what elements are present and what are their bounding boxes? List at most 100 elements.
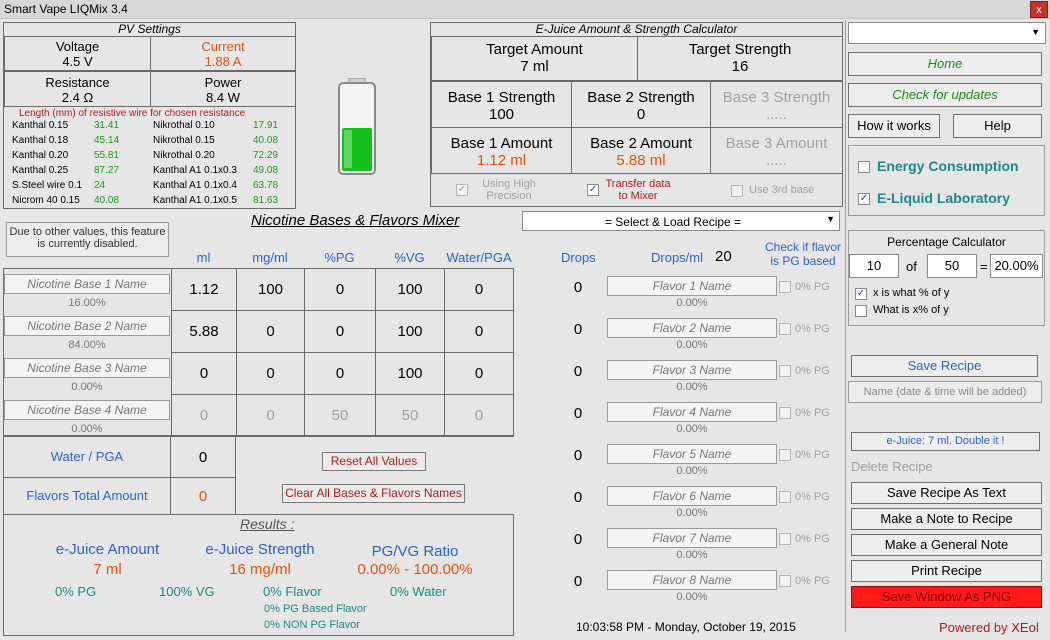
base2-strength-cell[interactable]: Base 2 Strength 0 xyxy=(571,81,711,128)
target-strength-cell[interactable]: Target Strength 16 xyxy=(637,36,843,81)
flavor-drops[interactable]: 0 xyxy=(568,405,588,422)
eliquid-lab-checkbox[interactable]: ✓ xyxy=(858,193,870,205)
flavor-pg-checkbox[interactable] xyxy=(779,281,791,293)
flavor-pg-checkbox[interactable] xyxy=(779,323,791,335)
base-value-cell[interactable]: 0 xyxy=(444,268,514,311)
pct-mode2-checkbox[interactable] xyxy=(855,305,867,317)
flavor-drops[interactable]: 0 xyxy=(568,447,588,464)
flavor-name-input[interactable]: Flavor 1 Name xyxy=(607,276,777,296)
base2-strength-label: Base 2 Strength xyxy=(587,89,695,106)
energy-consumption-checkbox[interactable] xyxy=(858,161,870,173)
general-note-button[interactable]: Make a General Note xyxy=(851,534,1042,556)
base-value-cell[interactable]: 0 xyxy=(236,394,305,437)
save-png-button[interactable]: Save Window As PNG xyxy=(851,586,1042,608)
base-value-cell[interactable]: 0 xyxy=(444,352,514,395)
base-value-cell: 1.12 xyxy=(171,268,237,311)
flavor-drops[interactable]: 0 xyxy=(568,531,588,548)
flavor-name-input[interactable]: Flavor 5 Name xyxy=(607,444,777,464)
base1-strength-cell[interactable]: Base 1 Strength 100 xyxy=(431,81,572,128)
flavor-pg-checkbox[interactable] xyxy=(779,365,791,377)
flavor-pg-checkbox[interactable] xyxy=(779,533,791,545)
base-value-cell: 0 xyxy=(171,394,237,437)
pct-mode1-checkbox[interactable]: ✓ xyxy=(855,288,867,300)
base-value-cell[interactable]: 0 xyxy=(236,352,305,395)
pg-vg-ratio-value: 0.00% - 100.00% xyxy=(357,561,473,578)
ejuice-double-button[interactable]: e-Juice: 7 ml. Double it ! xyxy=(851,432,1040,451)
base-value-cell[interactable]: 100 xyxy=(375,352,445,395)
base-value-cell[interactable]: 0 xyxy=(304,268,376,311)
save-recipe-text-button[interactable]: Save Recipe As Text xyxy=(851,482,1042,504)
nicotine-base-name-input[interactable]: Nicotine Base 2 Name xyxy=(4,316,170,336)
delete-recipe-button[interactable]: Delete Recipe xyxy=(851,459,933,474)
nicotine-base-name-input[interactable]: Nicotine Base 1 Name xyxy=(4,274,170,294)
flavor-drops[interactable]: 0 xyxy=(568,321,588,338)
base-value: 0 xyxy=(335,323,345,340)
base3-amount-cell: Base 3 Amount ..... xyxy=(710,127,843,174)
sidebar-dropdown[interactable]: ▼ xyxy=(848,22,1046,44)
resistance-cell[interactable]: Resistance 2.4 Ω xyxy=(4,71,151,107)
print-recipe-button[interactable]: Print Recipe xyxy=(851,560,1042,582)
water-pga-value-cell[interactable]: 0 xyxy=(170,436,236,478)
base-value-cell[interactable]: 0 xyxy=(444,394,514,437)
target-strength-value: 16 xyxy=(731,58,749,75)
flavor-drops[interactable]: 0 xyxy=(568,363,588,380)
base-value-cell[interactable]: 100 xyxy=(236,268,305,311)
flavor-name-input[interactable]: Flavor 4 Name xyxy=(607,402,777,422)
base-value-cell[interactable]: 50 xyxy=(375,394,445,437)
clear-all-names-button[interactable]: Clear All Bases & Flavors Names xyxy=(282,484,465,503)
flavor-name-input[interactable]: Flavor 7 Name xyxy=(607,528,777,548)
title-bar: Smart Vape LIQMix 3.4 x xyxy=(0,0,1050,19)
wire-name: Nikrothal 0.15 xyxy=(153,135,215,146)
pct-y-input[interactable]: 50 xyxy=(927,254,977,278)
target-amount-cell[interactable]: Target Amount 7 ml xyxy=(431,36,638,81)
how-it-works-button[interactable]: How it works xyxy=(848,114,940,138)
high-precision-checkbox[interactable]: ✓ xyxy=(456,184,468,196)
base-value-cell[interactable]: 0 xyxy=(444,310,514,353)
base-value-cell[interactable]: 0 xyxy=(236,310,305,353)
pct-x-input[interactable]: 10 xyxy=(849,254,899,278)
drops-per-ml-value[interactable]: 20 xyxy=(715,248,732,265)
flavor-name-input[interactable]: Flavor 6 Name xyxy=(607,486,777,506)
flavor-pg-checkbox[interactable] xyxy=(779,407,791,419)
voltage-cell[interactable]: Voltage 4.5 V xyxy=(4,36,151,71)
base-value: 100 xyxy=(257,281,284,298)
wire-name: Kanthal 0.15 xyxy=(12,120,69,131)
base-value-cell[interactable]: 50 xyxy=(304,394,376,437)
base-value: 100 xyxy=(397,281,423,298)
flavor-pg-checkbox[interactable] xyxy=(779,491,791,503)
disabled-note: Due to other values, this feature is cur… xyxy=(6,222,169,257)
flavor-name-input[interactable]: Flavor 8 Name xyxy=(607,570,777,590)
flavor-name-input[interactable]: Flavor 2 Name xyxy=(607,318,777,338)
transfer-data-checkbox[interactable]: ✓ xyxy=(587,184,599,196)
base-value-cell[interactable]: 0 xyxy=(304,352,376,395)
check-updates-button[interactable]: Check for updates xyxy=(848,83,1042,107)
base-value-cell[interactable]: 0 xyxy=(304,310,376,353)
base-value-cell[interactable]: 100 xyxy=(375,268,445,311)
flavor-drops[interactable]: 0 xyxy=(568,573,588,590)
drops-header: Drops xyxy=(561,250,596,265)
base-value-cell[interactable]: 100 xyxy=(375,310,445,353)
flavor-drops[interactable]: 0 xyxy=(568,279,588,296)
note-to-recipe-button[interactable]: Make a Note to Recipe xyxy=(851,508,1042,530)
save-recipe-button[interactable]: Save Recipe xyxy=(851,355,1038,377)
result-water: 0% Water xyxy=(390,584,447,599)
base-value: 50 xyxy=(331,407,349,424)
ejuice-strength-value: 16 mg/ml xyxy=(229,561,291,578)
recipe-name-input[interactable]: Name (date & time will be added) xyxy=(848,381,1042,403)
home-button[interactable]: Home xyxy=(848,52,1042,76)
wire-length: 49.08 xyxy=(253,165,279,176)
close-button[interactable]: x xyxy=(1030,1,1048,18)
help-button[interactable]: Help xyxy=(953,114,1042,138)
nicotine-base-name-input[interactable]: Nicotine Base 3 Name xyxy=(4,358,170,378)
wire-length: 55.81 xyxy=(94,150,120,161)
resistance-label: Resistance xyxy=(45,75,110,90)
flavor-pg-checkbox[interactable] xyxy=(779,449,791,461)
flavor-pg-checkbox[interactable] xyxy=(779,575,791,587)
recipe-select[interactable]: = Select & Load Recipe = ▼ xyxy=(522,211,840,231)
flavor-drops[interactable]: 0 xyxy=(568,489,588,506)
eliquid-lab-label: E-Liquid Laboratory xyxy=(877,190,1010,206)
flavor-name-input[interactable]: Flavor 3 Name xyxy=(607,360,777,380)
nicotine-base-name-input[interactable]: Nicotine Base 4 Name xyxy=(4,400,170,420)
third-base-checkbox[interactable] xyxy=(731,185,743,197)
reset-all-button[interactable]: Reset All Values xyxy=(322,452,426,471)
